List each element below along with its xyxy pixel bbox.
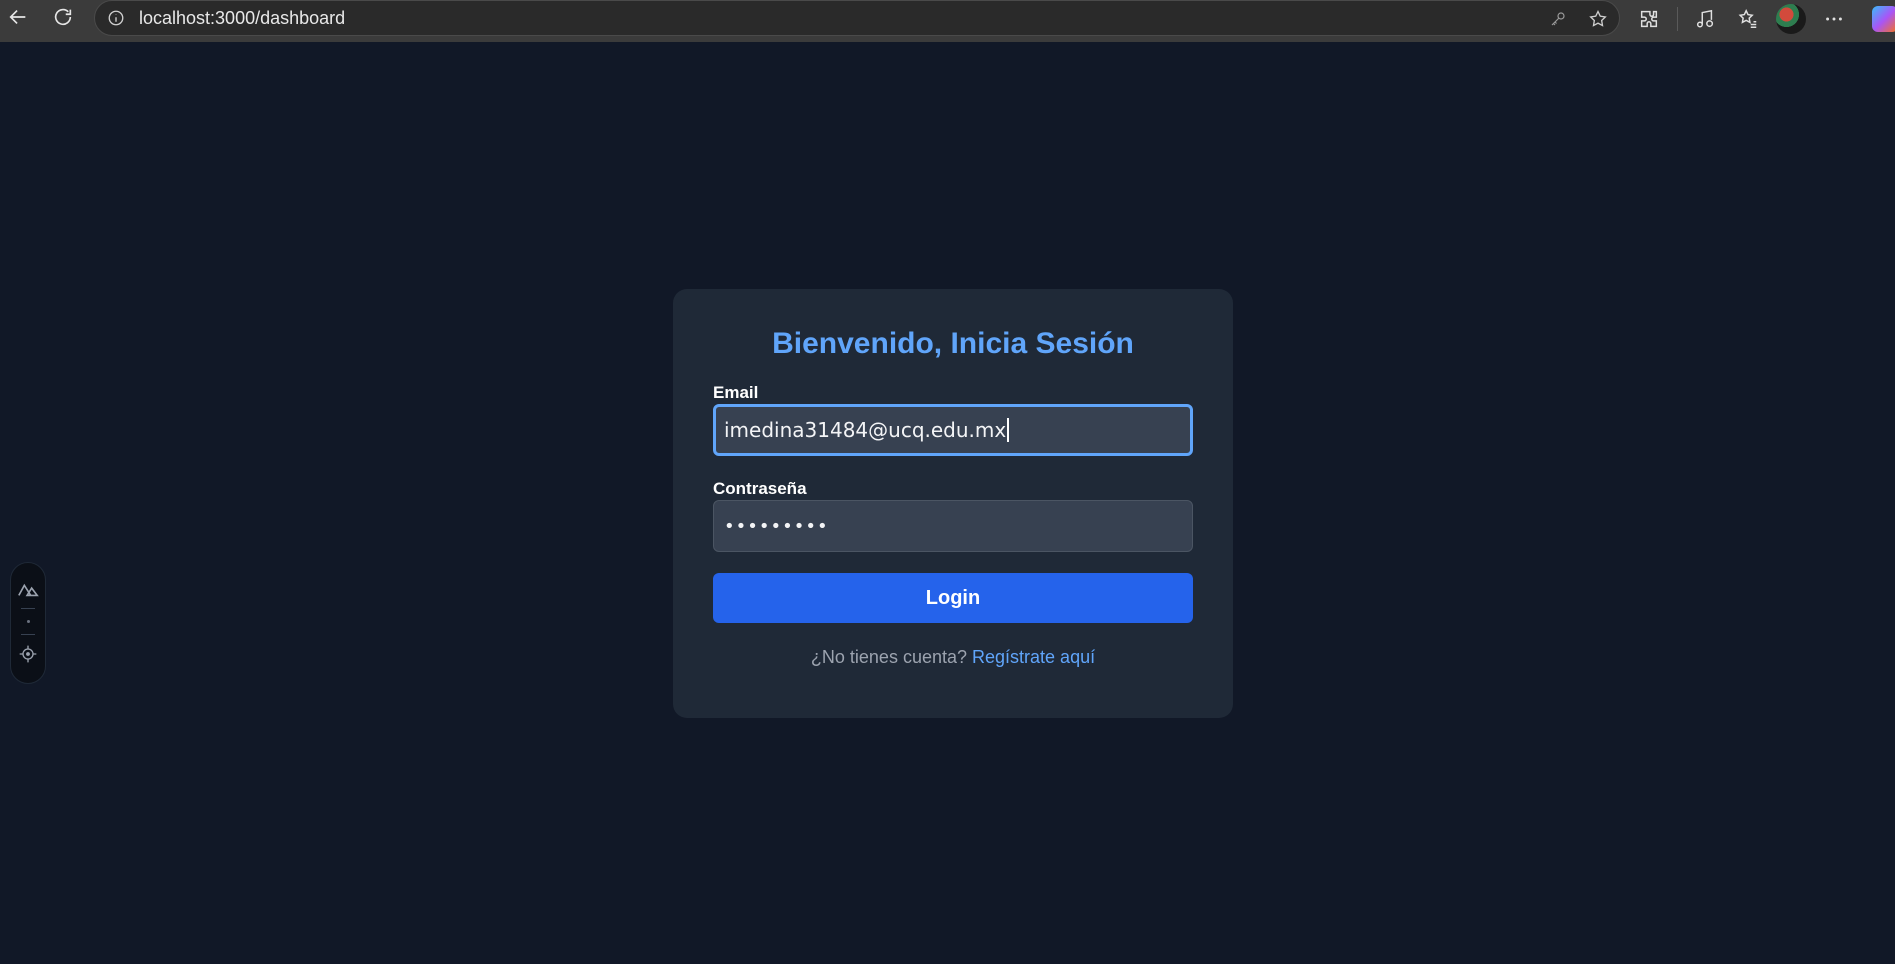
register-link[interactable]: Regístrate aquí [972,647,1095,667]
profile-avatar[interactable] [1776,4,1806,34]
email-field[interactable]: imedina31484@ucq.edu.mx [713,404,1193,456]
text-caret [1007,418,1010,442]
copilot-icon[interactable] [1872,6,1895,32]
pill-dot [26,620,30,623]
browser-toolbar: localhost:3000/dashboard [0,0,1895,42]
nuxt-logo-icon[interactable] [14,575,42,603]
login-title: Bienvenido, Inicia Sesión [772,327,1134,360]
back-arrow-icon [9,9,26,25]
key-icon[interactable] [1545,6,1571,32]
favorites-list-icon[interactable] [1733,4,1763,34]
password-field[interactable]: ••••••••• [713,500,1193,552]
reload-icon [54,8,72,26]
password-value: ••••••••• [724,515,829,537]
pill-divider [21,634,35,635]
register-prompt: ¿No tienes cuenta? Regístrate aquí [713,647,1193,668]
email-label: Email [713,383,759,402]
login-card: Bienvenido, Inicia Sesión Email imedina3… [673,289,1233,718]
back-button[interactable] [2,1,34,33]
crosshair-icon[interactable] [14,640,42,668]
register-prompt-text: ¿No tienes cuenta? [810,647,967,667]
extensions-icon[interactable] [1634,4,1664,34]
media-icon[interactable] [1690,4,1720,34]
url-text[interactable]: localhost:3000/dashboard [139,8,345,29]
password-label: Contraseña [713,479,807,498]
more-options-icon[interactable] [1819,4,1849,34]
email-value: imedina31484@ucq.edu.mx [724,418,1007,442]
pill-divider [21,608,35,609]
reload-button[interactable] [47,1,79,33]
login-button[interactable]: Login [713,573,1193,623]
toolbar-divider [1677,7,1678,31]
favorite-star-icon[interactable] [1585,6,1611,32]
site-info-icon[interactable] [105,7,127,29]
devtools-pill [10,562,46,684]
address-bar[interactable]: localhost:3000/dashboard [94,0,1620,36]
